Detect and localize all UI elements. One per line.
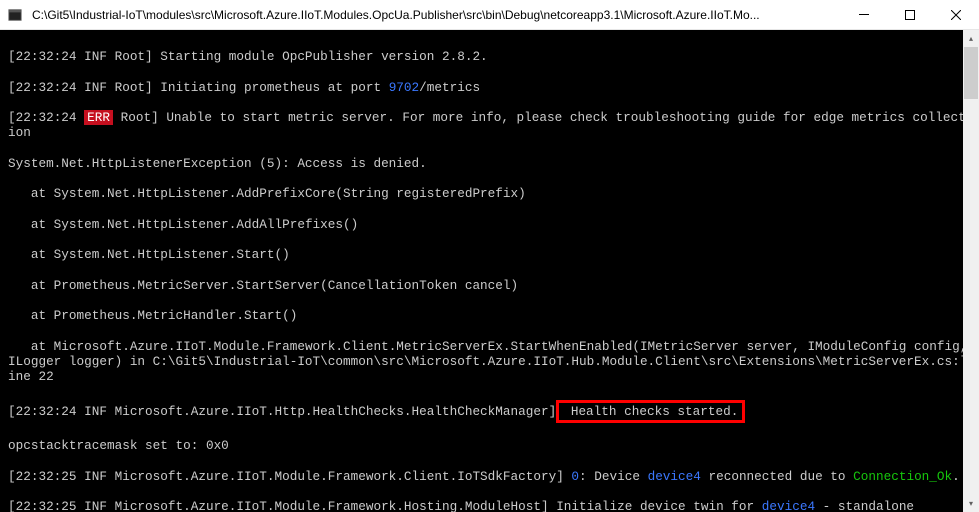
log-line: [22:32:25 INF Microsoft.Azure.IIoT.Modul… bbox=[8, 469, 971, 484]
log-line: opcstacktracemask set to: 0x0 bbox=[8, 438, 971, 453]
window-title: C:\Git5\Industrial-IoT\modules\src\Micro… bbox=[30, 8, 841, 22]
log-line: [22:32:24 INF Microsoft.Azure.IIoT.Http.… bbox=[8, 400, 971, 423]
maximize-button[interactable] bbox=[887, 0, 933, 30]
app-icon bbox=[0, 8, 30, 22]
highlight-box: Health checks started. bbox=[556, 400, 745, 423]
scroll-up-arrow[interactable]: ▴ bbox=[963, 30, 979, 47]
scrollbar-track[interactable] bbox=[963, 47, 979, 495]
log-line: at System.Net.HttpListener.AddPrefixCore… bbox=[8, 186, 971, 201]
log-line: [22:32:24 INF Root] Initiating prometheu… bbox=[8, 80, 971, 95]
scrollbar-thumb[interactable] bbox=[964, 47, 978, 99]
close-button[interactable] bbox=[933, 0, 979, 30]
scroll-down-arrow[interactable]: ▾ bbox=[963, 495, 979, 512]
log-line: [22:32:24 ERR Root] Unable to start metr… bbox=[8, 110, 971, 140]
window-titlebar: C:\Git5\Industrial-IoT\modules\src\Micro… bbox=[0, 0, 979, 30]
log-line: at System.Net.HttpListener.Start() bbox=[8, 247, 971, 262]
log-line: System.Net.HttpListenerException (5): Ac… bbox=[8, 156, 971, 171]
log-line: at Prometheus.MetricServer.StartServer(C… bbox=[8, 278, 971, 293]
log-line: [22:32:24 INF Root] Starting module OpcP… bbox=[8, 49, 971, 64]
console-output: [22:32:24 INF Root] Starting module OpcP… bbox=[0, 30, 979, 512]
vertical-scrollbar[interactable]: ▴ ▾ bbox=[963, 30, 979, 512]
minimize-button[interactable] bbox=[841, 0, 887, 30]
log-line: at Microsoft.Azure.IIoT.Module.Framework… bbox=[8, 339, 971, 385]
log-line: at Prometheus.MetricHandler.Start() bbox=[8, 308, 971, 323]
log-line: [22:32:25 INF Microsoft.Azure.IIoT.Modul… bbox=[8, 499, 971, 512]
error-badge: ERR bbox=[84, 110, 113, 125]
log-line: at System.Net.HttpListener.AddAllPrefixe… bbox=[8, 217, 971, 232]
window-controls bbox=[841, 0, 979, 30]
